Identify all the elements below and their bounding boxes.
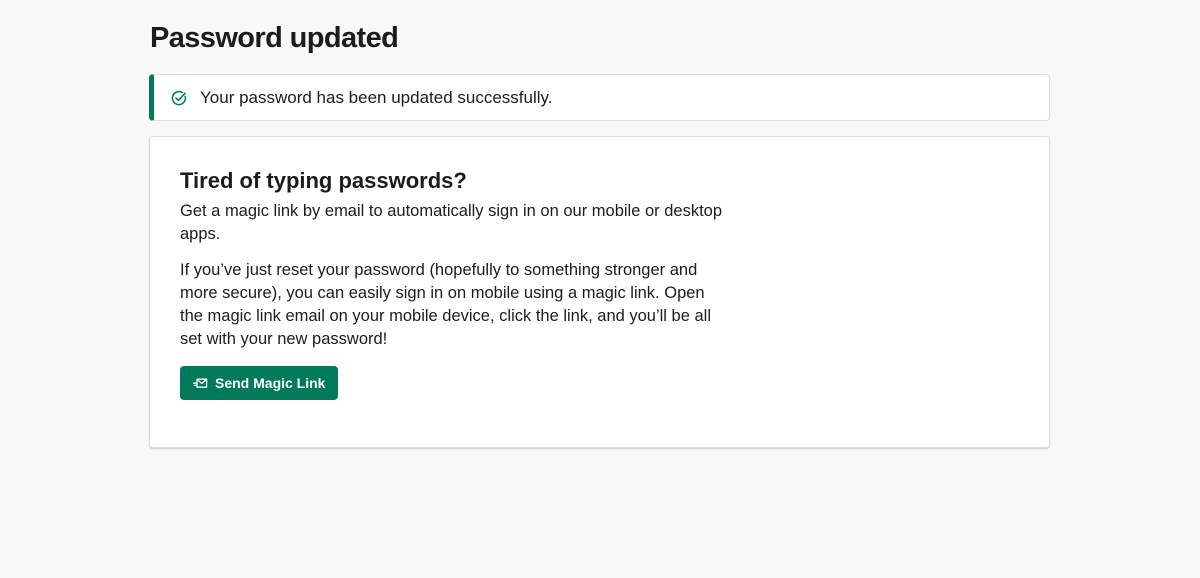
card-content: Tired of typing passwords? Get a magic l… bbox=[180, 167, 725, 351]
card-heading: Tired of typing passwords? bbox=[180, 168, 467, 193]
magic-link-card: Tired of typing passwords? Get a magic l… bbox=[149, 136, 1050, 448]
success-alert: Your password has been updated successfu… bbox=[149, 74, 1050, 121]
mail-send-icon bbox=[193, 377, 208, 390]
page: Password updated Your password has been … bbox=[0, 0, 1200, 578]
card-details: If you’ve just reset your password (hope… bbox=[180, 261, 712, 348]
page-title: Password updated bbox=[150, 22, 399, 54]
check-circle-icon bbox=[171, 90, 187, 106]
alert-message: Your password has been updated successfu… bbox=[200, 87, 553, 107]
send-magic-link-button[interactable]: Send Magic Link bbox=[180, 366, 339, 400]
card-intro: Get a magic link by email to automatical… bbox=[180, 202, 723, 243]
send-magic-link-label: Send Magic Link bbox=[215, 375, 326, 391]
